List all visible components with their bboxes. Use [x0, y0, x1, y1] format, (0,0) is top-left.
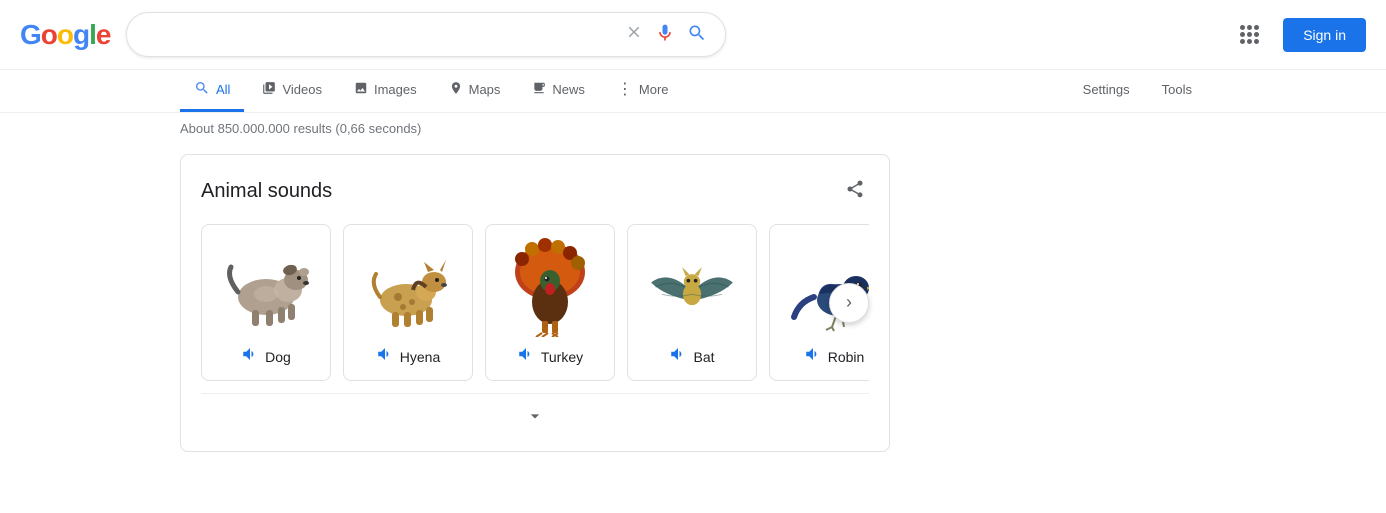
maps-icon — [449, 81, 463, 98]
results-info: About 850.000.000 results (0,66 seconds) — [0, 113, 1386, 144]
animal-card-bat[interactable]: Bat — [627, 224, 757, 381]
bat-illustration — [642, 247, 742, 327]
google-logo[interactable]: Google — [20, 19, 110, 51]
tab-news-label: News — [552, 82, 585, 97]
settings-link[interactable]: Settings — [1069, 72, 1144, 110]
tools-link[interactable]: Tools — [1148, 72, 1206, 110]
tab-videos[interactable]: Videos — [248, 71, 336, 111]
animal-carousel: Dog — [201, 224, 869, 381]
search-input[interactable]: What sound does a dog make — [143, 26, 615, 44]
tools-label: Tools — [1162, 82, 1192, 97]
dog-name: Dog — [265, 349, 291, 365]
bat-label: Bat — [669, 345, 714, 368]
sign-in-button[interactable]: Sign in — [1283, 18, 1366, 52]
main-content: Animal sounds — [0, 144, 1386, 462]
dog-label: Dog — [241, 345, 291, 368]
hyena-name: Hyena — [400, 349, 440, 365]
search-button[interactable] — [685, 21, 709, 48]
animal-card-hyena[interactable]: Hyena — [343, 224, 473, 381]
images-icon — [354, 81, 368, 98]
dog-image — [216, 237, 316, 337]
turkey-name: Turkey — [541, 349, 583, 365]
news-icon — [532, 81, 546, 98]
dog-illustration — [216, 242, 316, 332]
nav-right: Settings Tools — [1069, 72, 1206, 110]
animal-sounds-card: Animal sounds — [180, 154, 890, 452]
apps-button[interactable] — [1232, 17, 1267, 52]
turkey-label: Turkey — [517, 345, 583, 368]
results-count: About 850.000.000 results (0,66 seconds) — [180, 121, 421, 136]
tab-maps[interactable]: Maps — [435, 71, 515, 111]
carousel-next-button[interactable]: › — [829, 283, 869, 323]
tab-all-label: All — [216, 82, 230, 97]
share-button[interactable] — [841, 175, 869, 208]
microphone-button[interactable] — [653, 21, 677, 48]
tab-maps-label: Maps — [469, 82, 501, 97]
hyena-sound-icon — [376, 345, 394, 368]
more-icon: ⋮ — [617, 82, 633, 98]
expand-icon — [525, 406, 545, 426]
robin-label: Robin — [804, 345, 865, 368]
turkey-sound-icon — [517, 345, 535, 368]
clear-icon — [625, 23, 643, 41]
hyena-image — [358, 237, 458, 337]
settings-label: Settings — [1083, 82, 1130, 97]
animal-card-turkey[interactable]: Turkey — [485, 224, 615, 381]
search-bar: What sound does a dog make — [126, 12, 726, 57]
carousel-next-icon: › — [846, 292, 852, 313]
tab-news[interactable]: News — [518, 71, 599, 111]
nav-tabs: All Videos Images Maps News ⋮ More Setti… — [0, 70, 1386, 113]
dog-sound-icon — [241, 345, 259, 368]
hyena-label: Hyena — [376, 345, 440, 368]
animal-carousel-wrapper: Dog — [201, 224, 869, 381]
turkey-illustration — [500, 237, 600, 337]
header: Google What sound does a dog make — [0, 0, 1386, 70]
bat-image — [642, 237, 742, 337]
tab-images[interactable]: Images — [340, 71, 431, 111]
animal-card-dog[interactable]: Dog — [201, 224, 331, 381]
card-header: Animal sounds — [201, 175, 869, 208]
tab-videos-label: Videos — [282, 82, 322, 97]
clear-button[interactable] — [623, 21, 645, 48]
turkey-image — [500, 237, 600, 337]
expand-button[interactable] — [525, 406, 545, 431]
hyena-illustration — [358, 242, 458, 332]
bat-name: Bat — [693, 349, 714, 365]
robin-sound-icon — [804, 345, 822, 368]
card-title: Animal sounds — [201, 180, 332, 203]
tab-images-label: Images — [374, 82, 417, 97]
tab-all[interactable]: All — [180, 70, 244, 112]
microphone-icon — [655, 23, 675, 43]
tab-more[interactable]: ⋮ More — [603, 72, 683, 111]
share-icon — [845, 179, 865, 199]
search-icon — [687, 23, 707, 43]
all-icon — [194, 80, 210, 99]
robin-name: Robin — [828, 349, 865, 365]
apps-grid-icon — [1240, 25, 1259, 44]
expand-row — [201, 393, 869, 431]
tab-more-label: More — [639, 82, 669, 97]
bat-sound-icon — [669, 345, 687, 368]
videos-icon — [262, 81, 276, 98]
header-right: Sign in — [1232, 17, 1366, 52]
